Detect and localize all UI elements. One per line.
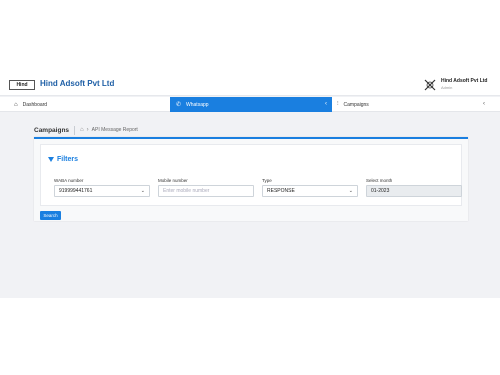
waba-label: WABA number xyxy=(54,178,84,183)
brand-title: Hind Adsoft Pvt Ltd xyxy=(40,79,115,88)
nav-dashboard-label: Dashboard xyxy=(22,101,48,108)
breadcrumb: Campaigns ⌂ › API Message Report xyxy=(34,125,138,135)
waba-value: 919999441761 xyxy=(59,188,93,194)
top-header: Hind Hind Adsoft Pvt Ltd Hind Adsoft Pvt… xyxy=(0,74,500,96)
search-button[interactable]: Search xyxy=(40,211,61,220)
filters-panel: Filters WABA number 919999441761 ⌄ Mobil… xyxy=(40,144,462,206)
type-field: Type RESPONSE ⌄ xyxy=(262,178,358,197)
chevron-down-icon: ⌄ xyxy=(348,188,353,194)
waba-field: WABA number 919999441761 ⌄ xyxy=(54,178,150,197)
chevron-down-icon: ⌄ xyxy=(140,188,145,194)
nav-item-dashboard[interactable]: ⌂ Dashboard xyxy=(14,97,47,112)
breadcrumb-divider xyxy=(74,125,76,135)
month-field: Select month 01-2023 xyxy=(366,178,462,197)
type-value: RESPONSE xyxy=(267,188,295,194)
nav-item-campaigns[interactable]: ⫶ Campaigns xyxy=(337,97,369,112)
main-nav: ⌂ Dashboard ✆ Whatsapp ‹ ⫶ Campaigns ‹ xyxy=(0,97,500,112)
mobile-label: Mobile number xyxy=(158,178,188,183)
breadcrumb-current: API Message Report xyxy=(91,127,138,133)
nav-whatsapp-label: Whatsapp xyxy=(186,101,209,108)
chevron-left-icon[interactable]: ‹ xyxy=(325,101,327,107)
month-label: Select month xyxy=(366,178,393,183)
company-logo: Hind xyxy=(9,80,35,90)
chevron-right-icon: › xyxy=(86,127,89,133)
nav-campaigns-label: Campaigns xyxy=(343,101,369,108)
filters-title: Filters xyxy=(57,156,79,163)
user-name[interactable]: Hind Adsoft Pvt Ltd xyxy=(441,78,487,84)
mobile-input[interactable]: Enter mobile number xyxy=(158,185,254,197)
nav-item-whatsapp[interactable]: ✆ Whatsapp ‹ xyxy=(170,97,332,112)
month-input[interactable]: 01-2023 xyxy=(366,185,462,197)
type-label: Type xyxy=(262,178,272,183)
campaign-icon: ⫶ xyxy=(337,101,339,107)
filters-card: Filters WABA number 919999441761 ⌄ Mobil… xyxy=(34,137,468,221)
month-value: 01-2023 xyxy=(371,188,390,194)
mobile-field: Mobile number Enter mobile number xyxy=(158,178,254,197)
home-icon: ⌂ xyxy=(14,101,18,108)
breadcrumb-home-icon[interactable]: ⌂ xyxy=(80,127,84,133)
app-window: Hind Hind Adsoft Pvt Ltd Hind Adsoft Pvt… xyxy=(0,74,500,298)
waba-select[interactable]: 919999441761 ⌄ xyxy=(54,185,150,197)
user-role: Admin xyxy=(441,85,453,90)
whatsapp-icon: ✆ xyxy=(176,102,182,108)
mobile-placeholder: Enter mobile number xyxy=(163,188,210,194)
type-select[interactable]: RESPONSE ⌄ xyxy=(262,185,358,197)
user-avatar-icon[interactable] xyxy=(423,78,437,92)
filters-header[interactable]: Filters xyxy=(48,156,78,163)
filter-icon xyxy=(48,157,54,162)
page-title: Campaigns xyxy=(34,126,70,134)
nav-collapse-chevron-icon[interactable]: ‹ xyxy=(483,101,485,107)
